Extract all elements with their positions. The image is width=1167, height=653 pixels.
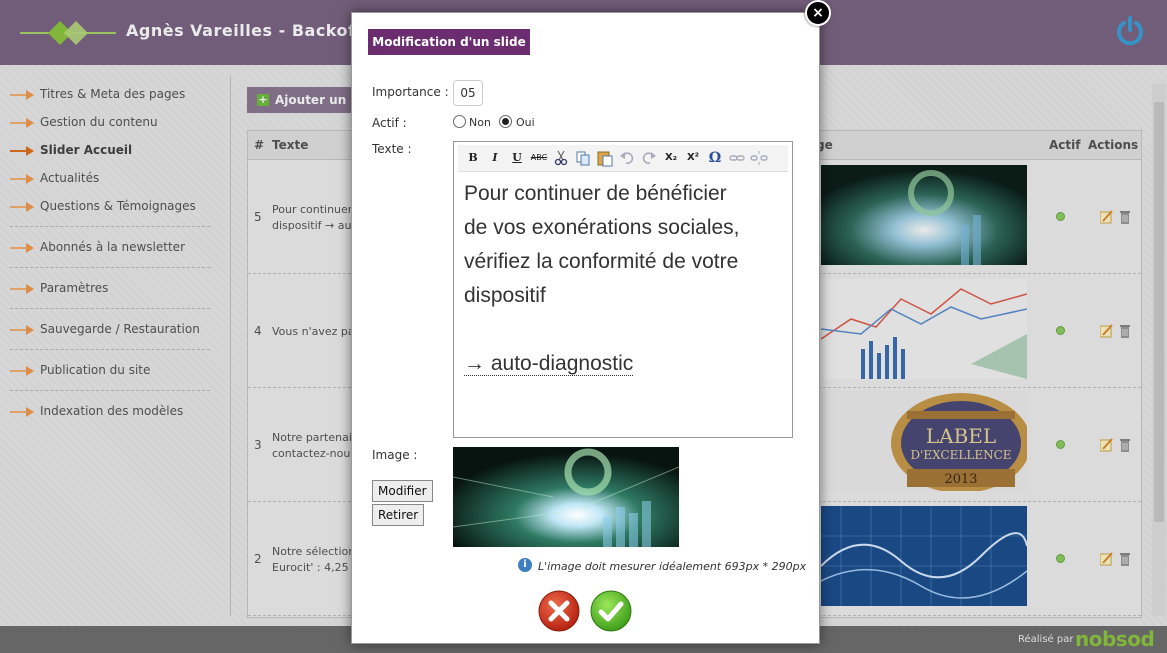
cancel-icon[interactable] bbox=[538, 590, 580, 632]
editor-toolbar: B I U ABC X₂ X² Ω bbox=[458, 145, 788, 172]
editor-line: de vos exonérations sociales, bbox=[464, 216, 740, 239]
close-icon[interactable]: × bbox=[805, 0, 831, 26]
undo-icon[interactable] bbox=[618, 149, 636, 167]
remove-image-button[interactable]: Retirer bbox=[372, 504, 425, 526]
underline-button[interactable]: U bbox=[508, 149, 526, 167]
superscript-button[interactable]: X² bbox=[684, 149, 702, 167]
slide-image-preview bbox=[453, 447, 679, 547]
paste-icon[interactable] bbox=[596, 149, 614, 167]
editor-line: vérifiez la conformité de votre bbox=[464, 250, 739, 273]
radio-non[interactable] bbox=[453, 115, 466, 128]
modal-title: Modification d'un slide bbox=[368, 29, 530, 55]
cut-icon[interactable] bbox=[552, 149, 570, 167]
importance-input[interactable]: 05 bbox=[453, 80, 483, 106]
editor-line: Pour continuer de bénéficier bbox=[464, 182, 727, 205]
editor-content[interactable]: Pour continuer de bénéficier de vos exon… bbox=[464, 177, 784, 381]
image-size-hint: L'image doit mesurer idéalement 693px * … bbox=[538, 560, 807, 573]
texte-label: Texte : bbox=[372, 142, 412, 156]
unlink-icon[interactable] bbox=[750, 149, 768, 167]
radio-non-label: Non bbox=[469, 116, 491, 129]
image-label: Image : bbox=[372, 448, 418, 462]
importance-label: Importance : bbox=[372, 85, 449, 99]
special-char-button[interactable]: Ω bbox=[706, 149, 724, 167]
modify-image-button[interactable]: Modifier bbox=[372, 480, 433, 502]
redo-icon[interactable] bbox=[640, 149, 658, 167]
italic-button[interactable]: I bbox=[486, 149, 504, 167]
radio-oui-label: Oui bbox=[516, 116, 535, 129]
info-icon: i bbox=[518, 558, 532, 572]
edit-slide-modal: Modification d'un slide Importance : 05 … bbox=[351, 12, 820, 644]
rich-text-editor[interactable]: B I U ABC X₂ X² Ω Pour continuer de béné… bbox=[453, 141, 793, 438]
strikethrough-button[interactable]: ABC bbox=[530, 149, 548, 167]
radio-oui[interactable] bbox=[499, 115, 512, 128]
actif-label: Actif : bbox=[372, 116, 407, 130]
editor-line: dispositif bbox=[464, 284, 546, 307]
link-icon[interactable] bbox=[728, 149, 746, 167]
confirm-icon[interactable] bbox=[590, 590, 632, 632]
subscript-button[interactable]: X₂ bbox=[662, 149, 680, 167]
copy-icon[interactable] bbox=[574, 149, 592, 167]
editor-blank-line bbox=[464, 313, 784, 347]
editor-link[interactable]: → auto-diagnostic bbox=[464, 352, 634, 376]
bold-button[interactable]: B bbox=[464, 149, 482, 167]
